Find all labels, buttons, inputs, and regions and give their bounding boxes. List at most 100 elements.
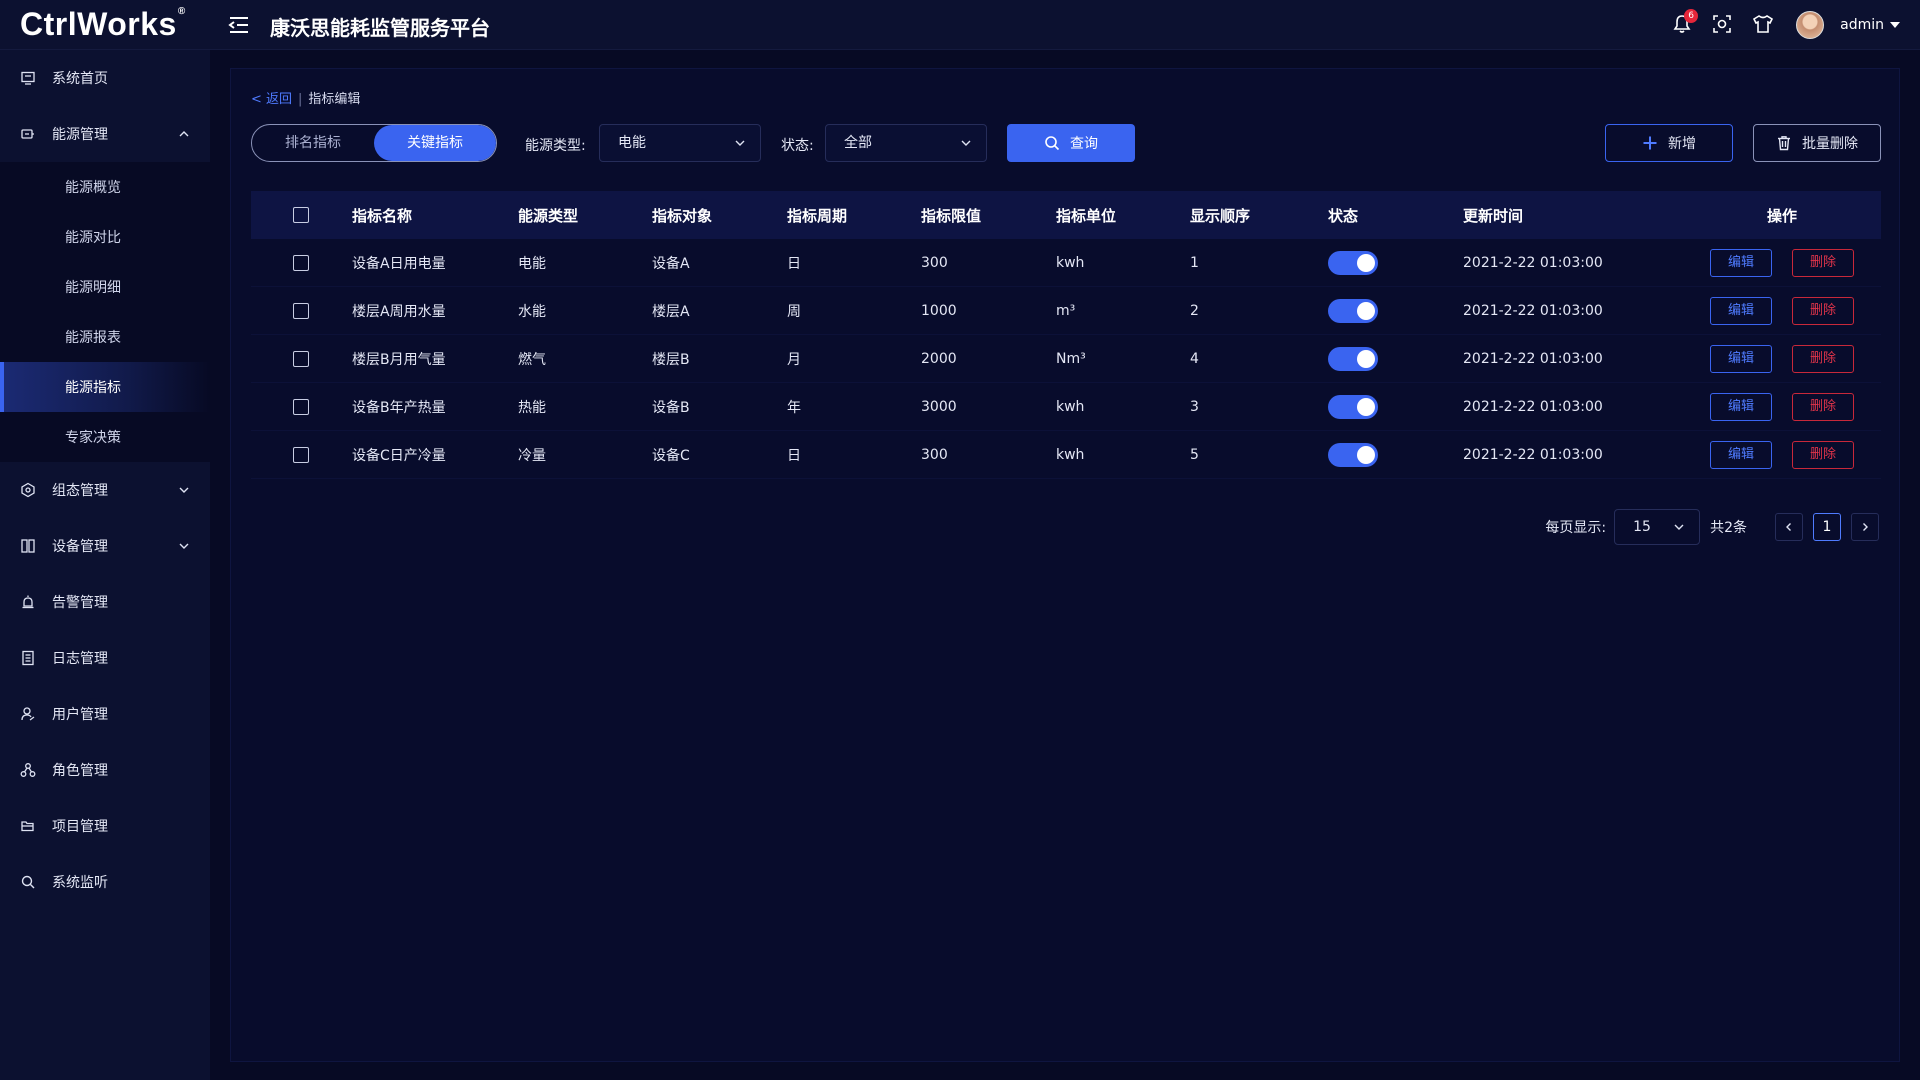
per-page-select[interactable]: 15 [1614, 509, 1701, 545]
indicator-tabs: 排名指标 关键指标 [251, 124, 497, 162]
header-name: 指标名称 [352, 206, 413, 225]
chevron-down-icon [1674, 524, 1684, 530]
app-title: 康沃思能耗监管服务平台 [270, 16, 490, 40]
table-row: 设备B年产热量 热能 设备B 年 3000 kwh 3 2021-2-22 01… [251, 383, 1881, 431]
select-all-checkbox[interactable] [293, 207, 309, 223]
delete-button[interactable]: 删除 [1792, 296, 1854, 325]
add-button[interactable]: 新增 [1605, 124, 1733, 162]
edit-button[interactable]: 编辑 [1710, 248, 1772, 277]
sidebar-item-project[interactable]: 项目管理 [0, 798, 210, 854]
cell-type: 水能 [518, 303, 546, 320]
user-icon [21, 707, 35, 721]
row-checkbox[interactable] [293, 350, 309, 367]
row-checkbox[interactable] [293, 302, 309, 319]
sidebar-item-monitor[interactable]: 系统监听 [0, 854, 210, 910]
role-icon [20, 763, 36, 777]
menu-toggle-icon[interactable] [228, 15, 250, 35]
cell-type: 燃气 [518, 351, 546, 368]
sidebar-item-role[interactable]: 角色管理 [0, 742, 210, 798]
sidebar-subitem-report[interactable]: 能源报表 [0, 312, 210, 362]
edit-button[interactable]: 编辑 [1710, 440, 1772, 469]
chevron-left-icon [1786, 523, 1791, 531]
page-button-current[interactable]: 1 [1813, 513, 1841, 541]
status-label: 状态: [781, 138, 814, 154]
status-select[interactable]: 全部 [825, 124, 987, 162]
cell-time: 2021-2-22 01:03:00 [1463, 446, 1603, 463]
cell-cycle: 日 [787, 255, 801, 272]
next-page-button[interactable] [1851, 513, 1879, 541]
cell-name: 楼层A周用水量 [352, 303, 446, 320]
sidebar-item-config[interactable]: 组态管理 [0, 462, 210, 518]
cell-object: 设备A [652, 255, 690, 272]
batch-delete-button[interactable]: 批量删除 [1753, 124, 1881, 162]
status-toggle[interactable] [1328, 394, 1378, 419]
cell-limit: 300 [921, 254, 948, 271]
sidebar-subitem-indicator[interactable]: 能源指标 [0, 362, 210, 412]
sidebar-subitem-compare[interactable]: 能源对比 [0, 212, 210, 262]
cell-cycle: 年 [787, 399, 801, 416]
sidebar-subitem-detail[interactable]: 能源明细 [0, 262, 210, 312]
monitor-icon [21, 71, 35, 85]
delete-button[interactable]: 删除 [1792, 392, 1854, 421]
search-icon [21, 875, 35, 889]
bell-icon[interactable]: 6 [1672, 9, 1699, 36]
delete-button[interactable]: 删除 [1792, 248, 1854, 277]
sidebar-item-device[interactable]: 设备管理 [0, 518, 210, 574]
cell-time: 2021-2-22 01:03:00 [1463, 254, 1603, 271]
header-ops: 操作 [1766, 206, 1797, 225]
edit-button[interactable]: 编辑 [1710, 392, 1772, 421]
user-name[interactable]: admin [1840, 17, 1884, 33]
sidebar-subitem-expert[interactable]: 专家决策 [0, 412, 210, 462]
edit-button[interactable]: 编辑 [1710, 344, 1772, 373]
back-link[interactable]: < 返回 [251, 92, 292, 107]
cell-cycle: 日 [787, 447, 801, 464]
screenshot-icon[interactable] [1712, 14, 1734, 36]
logo[interactable]: CtrlWorks® [20, 6, 186, 43]
breadcrumb: < 返回 | 指标编辑 [251, 92, 361, 107]
sidebar-item-user[interactable]: 用户管理 [0, 686, 210, 742]
cell-order: 3 [1190, 398, 1199, 415]
sidebar-item-energy[interactable]: 能源管理 [0, 106, 210, 162]
user-caret-icon[interactable] [1890, 22, 1900, 28]
tab-key[interactable]: 关键指标 [374, 125, 496, 161]
row-checkbox[interactable] [293, 398, 309, 415]
cell-order: 1 [1190, 254, 1199, 271]
cell-order: 2 [1190, 302, 1199, 319]
cell-unit: kwh [1056, 254, 1085, 271]
shirt-icon[interactable] [1752, 14, 1774, 36]
chevron-down-icon [179, 543, 189, 549]
prev-page-button[interactable] [1775, 513, 1803, 541]
sidebar-item-home[interactable]: 系统首页 [0, 50, 210, 106]
query-button[interactable]: 查询 [1007, 124, 1135, 162]
cell-cycle: 月 [787, 351, 801, 368]
status-toggle[interactable] [1328, 250, 1378, 275]
cell-cycle: 周 [787, 303, 801, 320]
sidebar-item-log[interactable]: 日志管理 [0, 630, 210, 686]
pagination: 每页显示: 15 共2条 1 [1545, 509, 1879, 545]
row-checkbox[interactable] [293, 254, 309, 271]
table-row: 楼层B月用气量 燃气 楼层B 月 2000 Nm³ 4 2021-2-22 01… [251, 335, 1881, 383]
avatar[interactable] [1796, 11, 1825, 39]
edit-button[interactable]: 编辑 [1710, 296, 1772, 325]
sidebar-item-alarm[interactable]: 告警管理 [0, 574, 210, 630]
trash-icon [1778, 136, 1790, 151]
row-checkbox[interactable] [293, 446, 309, 463]
tab-ranking[interactable]: 排名指标 [252, 125, 374, 161]
delete-button[interactable]: 删除 [1792, 344, 1854, 373]
cell-limit: 2000 [921, 350, 957, 367]
energy-type-select[interactable]: 电能 [599, 124, 761, 162]
status-toggle[interactable] [1328, 298, 1378, 323]
cell-object: 设备C [652, 447, 690, 464]
header-type: 能源类型 [518, 206, 579, 225]
sidebar-subitem-overview[interactable]: 能源概览 [0, 162, 210, 212]
header-order: 显示顺序 [1190, 206, 1251, 225]
main-panel: < 返回 | 指标编辑 排名指标 关键指标 能源类型: 电能 状态: 全部 查询 新… [230, 68, 1900, 1062]
cell-order: 4 [1190, 350, 1199, 367]
search-icon [1045, 136, 1060, 151]
cell-object: 楼层B [652, 351, 690, 368]
header-status: 状态 [1328, 206, 1359, 225]
total-count: 共2条 [1710, 520, 1747, 536]
status-toggle[interactable] [1328, 442, 1378, 467]
delete-button[interactable]: 删除 [1792, 440, 1854, 469]
status-toggle[interactable] [1328, 346, 1378, 371]
